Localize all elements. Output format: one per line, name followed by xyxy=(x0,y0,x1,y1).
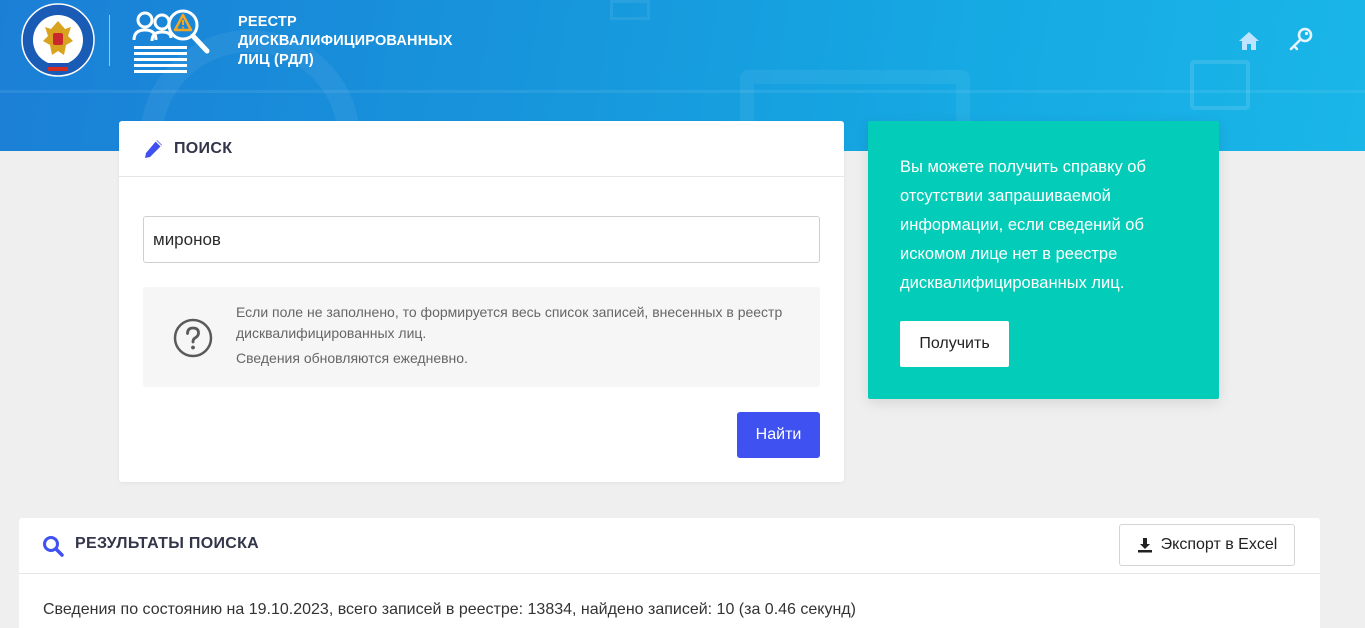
site-title-line: ЛИЦ (РДЛ) xyxy=(238,52,314,68)
results-card-header: РЕЗУЛЬТАТЫ ПОИСКА Экспорт в Excel xyxy=(19,518,1320,574)
results-status-text: Сведения по состоянию на 19.10.2023, все… xyxy=(43,601,856,618)
get-certificate-button[interactable]: Получить xyxy=(900,321,1009,367)
question-circle-icon xyxy=(173,318,213,358)
certificate-info-text: Вы можете получить справку об отсутствии… xyxy=(900,158,1146,292)
results-title: РЕЗУЛЬТАТЫ ПОИСКА xyxy=(75,535,260,552)
pencil-icon xyxy=(145,139,162,158)
export-excel-button[interactable]: Экспорт в Excel xyxy=(1119,524,1295,566)
search-card-title: ПОИСК xyxy=(174,139,233,157)
hint-text: Если поле не заполнено, то формируется в… xyxy=(236,304,783,341)
header-decoration xyxy=(610,0,650,20)
search-input[interactable] xyxy=(143,216,820,263)
rdl-logo[interactable] xyxy=(131,8,213,74)
header-decoration xyxy=(0,90,1365,93)
site-title-line: РЕЕСТР xyxy=(238,14,297,30)
results-card: РЕЗУЛЬТАТЫ ПОИСКА Экспорт в Excel Сведен… xyxy=(19,518,1320,628)
header-divider xyxy=(109,15,110,66)
export-excel-label: Экспорт в Excel xyxy=(1160,536,1278,553)
search-icon xyxy=(43,536,64,557)
fns-emblem-logo[interactable] xyxy=(21,3,95,77)
site-title: РЕЕСТР ДИСКВАЛИФИЦИРОВАННЫХ ЛИЦ (РДЛ) xyxy=(238,13,453,70)
key-icon[interactable] xyxy=(1288,27,1314,53)
header-decoration xyxy=(1190,60,1250,110)
home-icon[interactable] xyxy=(1238,30,1260,52)
site-title-line: ДИСКВАЛИФИЦИРОВАННЫХ xyxy=(238,33,453,49)
search-card: ПОИСК Если поле не заполнено, то формиру… xyxy=(119,121,844,482)
find-button[interactable]: Найти xyxy=(737,412,820,458)
search-card-header: ПОИСК xyxy=(119,121,844,177)
search-hint-box: Если поле не заполнено, то формируется в… xyxy=(143,287,820,387)
download-icon xyxy=(1137,538,1152,553)
hint-update-note: Сведения обновляются ежедневно. xyxy=(236,350,468,366)
certificate-info-card: Вы можете получить справку об отсутствии… xyxy=(868,121,1219,399)
